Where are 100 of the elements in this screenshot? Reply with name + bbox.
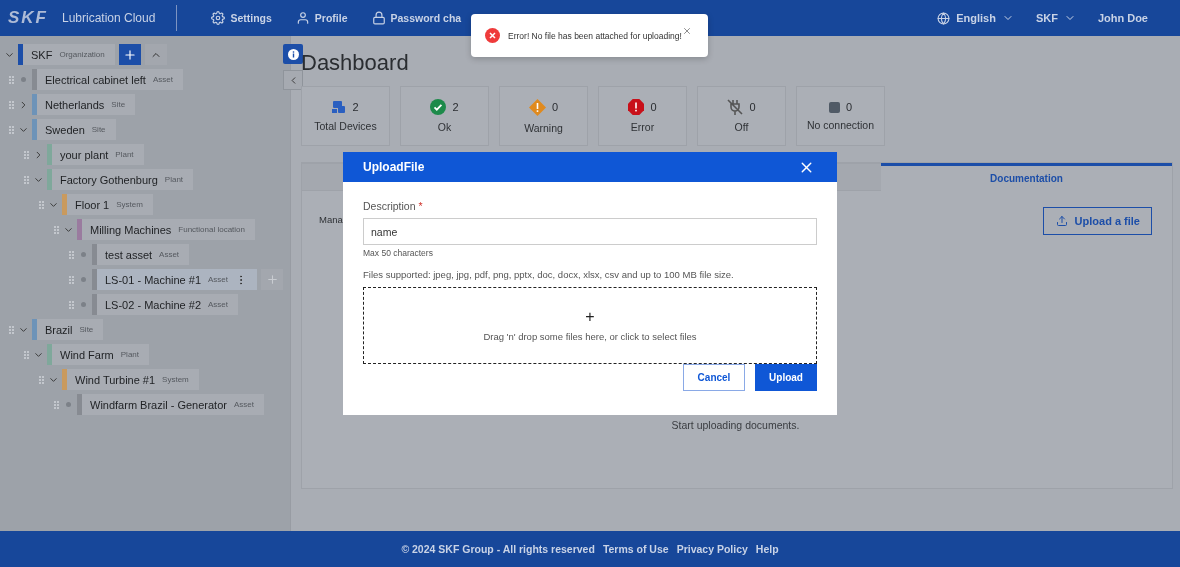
stat-count: 0	[551, 101, 559, 113]
settings-icon	[211, 11, 226, 25]
drag-handle-icon[interactable]	[38, 375, 44, 384]
organization-dropdown[interactable]: SKF	[1035, 12, 1076, 24]
close-button[interactable]	[682, 26, 692, 36]
tree-node[interactable]: Netherlands Site	[32, 94, 136, 115]
node-name: Wind Farm	[60, 348, 114, 361]
drag-handle-icon[interactable]	[8, 125, 14, 134]
section-heading: Mana	[319, 214, 343, 225]
logo: SKF	[8, 8, 48, 28]
plus-icon	[122, 47, 137, 62]
tree-node[interactable]: LS-01 - Machine #1 Asset	[92, 269, 257, 290]
page-title: Dashboard	[301, 50, 410, 76]
drag-handle-icon[interactable]	[23, 350, 29, 359]
tree-node[interactable]: Sweden Site	[32, 119, 116, 140]
dot-icon	[81, 252, 86, 257]
check-circle-icon	[430, 99, 447, 115]
node-type: Site	[91, 125, 106, 134]
nav-link[interactable]: Password cha	[371, 11, 462, 25]
stat-count: 0	[845, 101, 853, 113]
info-button[interactable]	[283, 44, 303, 64]
collapse-sidebar-button[interactable]	[283, 70, 303, 90]
dot-icon	[81, 277, 86, 282]
node-name: SKF	[31, 48, 53, 61]
node-name: Netherlands	[45, 98, 105, 111]
add-button[interactable]	[118, 44, 141, 65]
drag-handle-icon[interactable]	[23, 150, 29, 159]
tree-node[interactable]: Windfarm Brazil - Generator Asset	[77, 394, 264, 415]
description-field[interactable]: name	[363, 218, 817, 245]
empty-message: Start uploading documents.	[671, 419, 800, 431]
globe-icon	[937, 11, 951, 25]
lock-icon	[371, 11, 386, 25]
drag-handle-icon[interactable]	[38, 200, 44, 209]
tree-node[interactable]: your plant Plant	[47, 144, 144, 165]
tree-node[interactable]: SKF Organization	[18, 44, 115, 65]
unplugged-icon	[727, 99, 744, 115]
copyright: © 2024 SKF Group - All rights reserved	[401, 543, 595, 555]
footer-link[interactable]: Help	[755, 543, 779, 555]
node-type: Asset	[208, 275, 228, 284]
tree-node[interactable]: test asset Asset	[92, 244, 190, 265]
tree-node[interactable]: Factory Gothenburg Plant	[47, 169, 194, 190]
node-name: LS-02 - Machine #2	[105, 298, 201, 311]
node-type: Functional location	[178, 225, 246, 234]
tree-node[interactable]: Wind Farm Plant	[47, 344, 149, 365]
node-type: Plant	[115, 150, 134, 159]
stat-count: 2	[352, 101, 359, 113]
upload-button[interactable]: Upload	[755, 364, 817, 391]
dot-icon	[66, 402, 71, 407]
node-type: Site	[79, 325, 94, 334]
user-name[interactable]: John Doe	[1097, 12, 1148, 24]
plus-icon: +	[585, 309, 595, 325]
footer-link[interactable]: Terms of Use	[602, 543, 669, 555]
drag-handle-icon[interactable]	[53, 225, 59, 234]
nav-link[interactable]: Settings	[211, 11, 272, 25]
drag-handle-icon[interactable]	[68, 250, 74, 259]
node-name: Sweden	[45, 123, 85, 136]
node-type: Asset	[152, 75, 173, 84]
cancel-button[interactable]: Cancel	[683, 364, 745, 391]
stat-label: Ok	[437, 121, 452, 133]
plus-icon	[265, 273, 279, 286]
node-type: Plant	[164, 175, 184, 184]
info-icon	[287, 48, 299, 60]
drag-handle-icon[interactable]	[68, 300, 74, 309]
toast-message: Error! No file has been attached for uploading!	[508, 30, 682, 41]
node-name: Electrical cabinet left	[45, 73, 146, 86]
square-icon	[828, 101, 840, 113]
node-type: Plant	[120, 350, 139, 359]
tree-node[interactable]: Milling Machines Functional location	[77, 219, 256, 240]
drag-handle-icon[interactable]	[8, 75, 14, 84]
tree-node[interactable]: Brazil Site	[32, 319, 104, 340]
drag-handle-icon[interactable]	[8, 325, 14, 334]
drag-handle-icon[interactable]	[53, 400, 59, 409]
node-name: Wind Turbine #1	[75, 373, 156, 386]
node-name: test asset	[105, 248, 153, 261]
nav-link[interactable]: Profile	[295, 11, 348, 25]
stat-label: Warning	[524, 121, 563, 134]
node-name: LS-01 - Machine #1	[105, 273, 201, 286]
upload-icon	[1055, 215, 1068, 227]
tree-node[interactable]: Wind Turbine #1 System	[62, 369, 199, 390]
collapse-button[interactable]	[144, 44, 167, 65]
tree-node[interactable]: Floor 1 System	[62, 194, 153, 215]
node-name: Factory Gothenburg	[60, 173, 158, 186]
tree-node[interactable]: Electrical cabinet left Asset	[32, 69, 183, 90]
dialog-title: UploadFile	[363, 160, 425, 174]
devices-icon	[332, 100, 347, 114]
node-name: Milling Machines	[90, 223, 172, 236]
node-type: System	[116, 200, 143, 209]
dot-icon	[21, 77, 26, 82]
tree-node[interactable]: LS-02 - Machine #2 Asset	[92, 294, 238, 315]
supported-files-text: Files supported: jpeg, jpg, pdf, png, pptx, doc, docx, xlsx, csv and up to 100 MB file size.	[363, 269, 735, 280]
stat-count: 0	[650, 101, 657, 113]
close-icon	[682, 26, 692, 36]
stat-count: 2	[452, 101, 459, 113]
footer-link[interactable]: Privacy Policy	[676, 543, 748, 555]
language-dropdown[interactable]: English	[937, 11, 1014, 25]
drag-handle-icon[interactable]	[23, 175, 29, 184]
drag-handle-icon[interactable]	[8, 100, 14, 109]
drag-handle-icon[interactable]	[68, 275, 74, 284]
warning-icon	[528, 98, 546, 116]
upload-file-button[interactable]: Upload a file	[1042, 207, 1152, 235]
